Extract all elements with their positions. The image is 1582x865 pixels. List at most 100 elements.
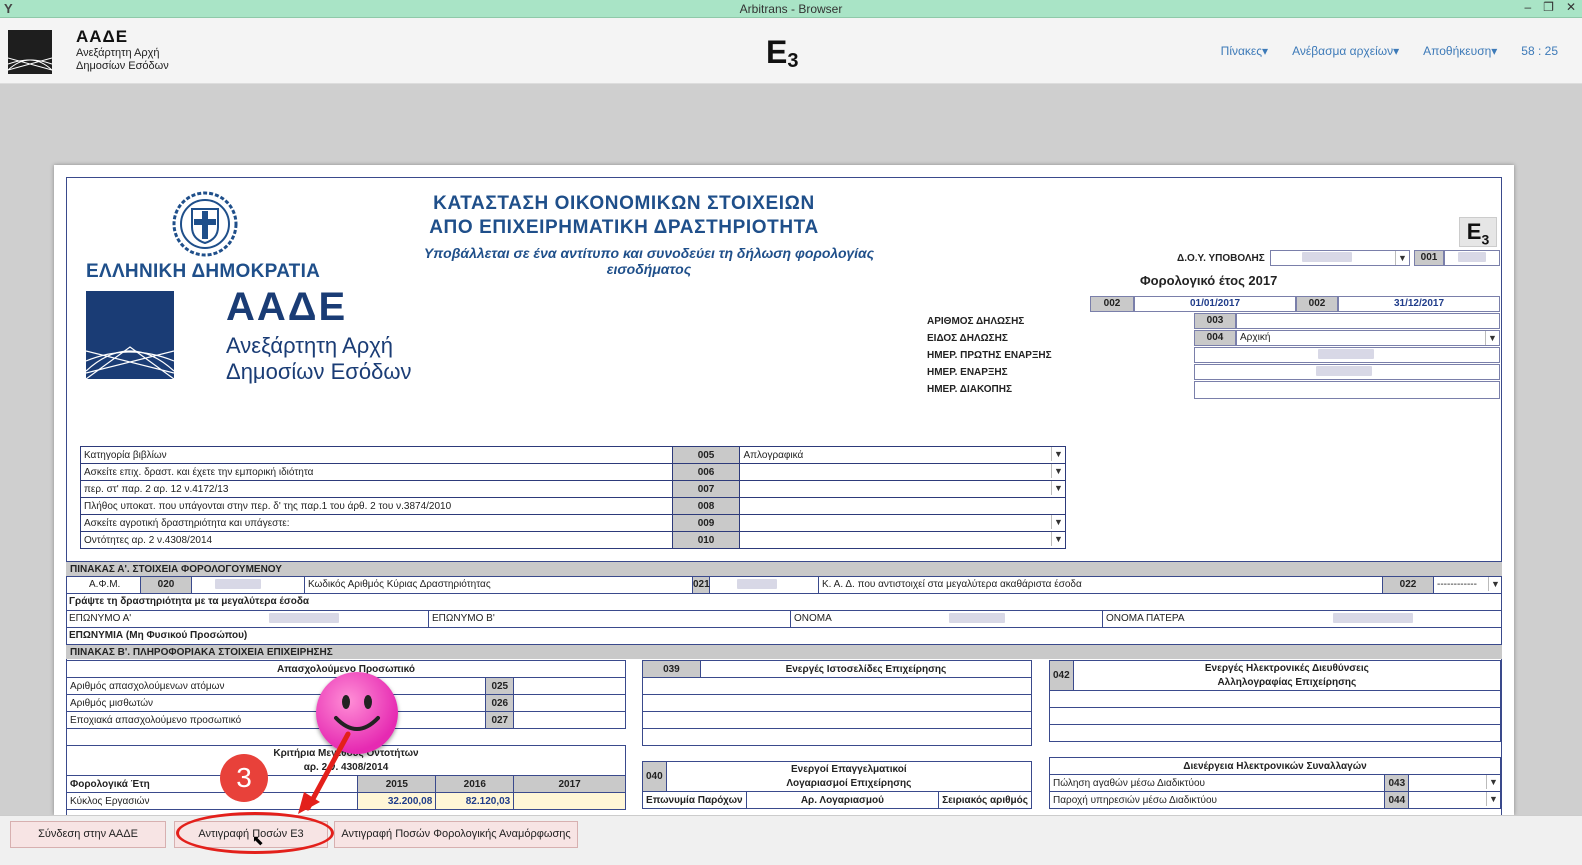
brand-block: ΑΑΔΕ Ανεξάρτητη Αρχή Δημοσίων Εσόδων: [76, 27, 169, 73]
name-input[interactable]: [946, 611, 1005, 627]
table-row: Κατηγορία βιβλίων 005 Απλογραφικά ▼: [80, 446, 1066, 464]
aade-logo-icon: [8, 30, 52, 74]
form-subtitle: Υποβάλλεται σε ένα αντίτυπο και συνοδεύε…: [423, 245, 875, 277]
restore-icon[interactable]: ❐: [1543, 0, 1554, 14]
date-to[interactable]: 31/12/2017: [1338, 296, 1500, 312]
chevron-down-icon: ▼: [1051, 447, 1065, 461]
country-name: ΕΛΛΗΝΙΚΗ ΔΗΜΟΚΡΑΤΙΑ: [86, 261, 321, 282]
etrans-043-select[interactable]: ▼: [1408, 774, 1501, 792]
minimize-icon[interactable]: –: [1524, 0, 1531, 14]
brand-line1: Ανεξάρτητη Αρχή: [76, 47, 160, 59]
chevron-down-icon: ▼: [1486, 792, 1500, 806]
father-name-input[interactable]: [1330, 611, 1413, 627]
step-badge: 3: [220, 754, 268, 802]
afm-input[interactable]: [192, 577, 302, 593]
code-002-to: 002: [1296, 296, 1338, 312]
staff-027-input[interactable]: [513, 711, 626, 729]
brand-line2: Δημοσίων Εσόδων: [76, 60, 169, 72]
email-input-2[interactable]: [1049, 707, 1501, 725]
chevron-down-icon: ▼: [1051, 481, 1065, 495]
table-row: Ασκείτε επιχ. δραστ. και έχετε την εμπορ…: [80, 463, 1066, 481]
table-row: Πώληση αγαθών μέσω Διαδικτύου 043 ▼: [1048, 774, 1501, 792]
staff-026-input[interactable]: [513, 694, 626, 712]
chevron-down-icon: ▼: [1395, 251, 1409, 265]
form-title-line2: ΑΠΟ ΕΠΙΧΕΙΡΗΜΑΤΙΚΗ ΔΡΑΣΤΗΡΙΟΤΗΤΑ: [429, 217, 819, 238]
top-nav: Πίνακες▾ Ανέβασμα αρχείων▾ Αποθήκευση▾ 5…: [1221, 44, 1558, 58]
fiscal-year: Φορολογικό έτος 2017: [1140, 273, 1278, 288]
decl-number-label: ΑΡΙΘΜΟΣ ΔΗΛΩΣΗΣ: [927, 316, 1025, 327]
nav-save[interactable]: Αποθήκευση▾: [1423, 44, 1497, 58]
form-title-line1: ΚΑΤΑΣΤΑΣΗ ΟΙΚΟΝΟΜΙΚΩΝ ΣΤΟΙΧΕΙΩΝ: [433, 193, 815, 214]
website-input-4[interactable]: [642, 728, 1032, 746]
names-row: ΕΠΩΝΥΜΟ Α' ΕΠΩΝΥΜΟ Β' ΟΝΟΜΑ ΟΝΟΜΑ ΠΑΤΕΡΑ: [66, 610, 1502, 627]
email-input-3[interactable]: [1049, 724, 1501, 742]
first-start-date[interactable]: [1194, 347, 1500, 363]
chevron-down-icon: ▼: [1486, 775, 1500, 789]
decl-type-select[interactable]: Αρχική ▼: [1236, 330, 1500, 346]
afm-row: Α.Φ.Μ. 020 Κωδικός Αριθμός Κύριας Δραστη…: [66, 576, 1502, 593]
code-002-from: 002: [1090, 296, 1134, 312]
doy-select[interactable]: ▼: [1270, 250, 1410, 266]
chevron-down-icon: ▼: [1488, 577, 1502, 591]
table-row: Πλήθος υποκατ. που υπάγονται στην περ. δ…: [80, 497, 1066, 515]
copy-tax-reform-button[interactable]: Αντιγραφή Ποσών Φορολογικής Αναμόρφωσης: [334, 821, 578, 848]
section-b-header: ΠΙΝΑΚΑΣ Β'. ΠΛΗΡΟΦΟΡΙΑΚΑ ΣΤΟΙΧΕΙΑ ΕΠΙΧΕΙ…: [66, 644, 1502, 659]
nav-upload-files[interactable]: Ανέβασμα αρχείων▾: [1292, 44, 1399, 58]
etrans-table: Διενέργεια Ηλεκτρονικών Συναλλαγών Πώλησ…: [1048, 757, 1501, 809]
entities-select[interactable]: ▼: [739, 531, 1066, 549]
website-input-1[interactable]: [642, 677, 1032, 695]
stop-date[interactable]: [1194, 381, 1500, 399]
close-icon[interactable]: ✕: [1566, 0, 1576, 14]
decl-number-field[interactable]: [1236, 313, 1500, 329]
staff-025-input[interactable]: [513, 677, 626, 695]
emails-table: 042 Ενεργές Ηλεκτρονικές Διευθύνσεις Αλληλ…: [1049, 660, 1502, 742]
window-titlebar: Y Arbitrans - Browser – ❐ ✕: [0, 0, 1582, 18]
website-input-3[interactable]: [642, 711, 1032, 729]
form-logo-sub1: Ανεξάρτητη Αρχή: [226, 333, 393, 358]
page-title: E3: [766, 34, 799, 72]
code-004: 004: [1194, 330, 1236, 346]
greek-emblem-icon: [172, 191, 238, 257]
turnover-2016-input[interactable]: 82.120,03: [435, 792, 515, 810]
arrow-icon: [298, 731, 351, 814]
date-from[interactable]: 01/01/2017: [1134, 296, 1296, 312]
surname-a-input[interactable]: [266, 611, 339, 627]
code-001: 001: [1414, 250, 1444, 266]
commercial-select[interactable]: ▼: [739, 463, 1066, 481]
field-007-select[interactable]: ▼: [739, 480, 1066, 498]
turnover-2017-input[interactable]: [513, 792, 626, 810]
field-008-input[interactable]: [739, 497, 1066, 515]
book-category-select[interactable]: Απλογραφικά ▼: [739, 446, 1066, 464]
window-controls: – ❐ ✕: [1524, 0, 1576, 14]
agri-select[interactable]: ▼: [739, 514, 1066, 532]
chevron-down-icon: ▼: [1051, 532, 1065, 546]
doy-label: Δ.Ο.Υ. ΥΠΟΒΟΛΗΣ: [1177, 253, 1265, 264]
aade-form-logo-icon: [86, 291, 174, 379]
etrans-044-select[interactable]: ▼: [1408, 791, 1501, 809]
session-timer: 58 : 25: [1521, 44, 1558, 58]
chevron-down-icon: ▼: [1051, 515, 1065, 529]
activity-note-row: Γράψτε τη δραστηριότητα με τα μεγαλύτερα…: [66, 593, 1502, 610]
chevron-down-icon: ▼: [1485, 331, 1499, 345]
table-row: περ. στ' παρ. 2 αρ. 12 ν.4172/13 007 ▼: [80, 480, 1066, 498]
email-input-1[interactable]: [1049, 690, 1501, 708]
form-logo-sub2: Δημοσίων Εσόδων: [226, 359, 412, 384]
first-start-label: ΗΜΕΡ. ΠΡΩΤΗΣ ΕΝΑΡΞΗΣ: [927, 350, 1052, 361]
mouse-cursor-icon: ⬉: [252, 832, 264, 848]
field-001[interactable]: [1444, 250, 1500, 266]
decl-type-label: ΕΙΔΟΣ ΔΗΛΩΣΗΣ: [927, 333, 1008, 344]
activity-code-input[interactable]: [710, 577, 816, 593]
form-logo-title: ΑΑΔΕ: [226, 285, 348, 329]
connect-aade-button[interactable]: Σύνδεση στην ΑΑΔΕ: [10, 821, 166, 848]
turnover-2015-input[interactable]: 32.200,08: [357, 792, 437, 810]
window-title: Arbitrans - Browser: [739, 2, 843, 16]
websites-table: 039 Ενεργές Ιστοσελίδες Επιχείρησης: [642, 660, 1033, 746]
chevron-down-icon: ▼: [1051, 464, 1065, 478]
website-input-2[interactable]: [642, 694, 1032, 712]
nav-tables[interactable]: Πίνακες▾: [1221, 44, 1268, 58]
company-row: ΕΠΩΝΥΜΙΑ (Μη Φυσικού Προσώπου): [66, 627, 1502, 644]
kad-select[interactable]: ------------ ▼: [1434, 577, 1502, 593]
accounts-table: 040 Ενεργοί Επαγγελματικοί Λογαριασμοί Επι…: [642, 761, 1033, 809]
books-table: Κατηγορία βιβλίων 005 Απλογραφικά ▼ Ασκείτε…: [80, 446, 1066, 549]
start-date[interactable]: [1194, 364, 1500, 380]
